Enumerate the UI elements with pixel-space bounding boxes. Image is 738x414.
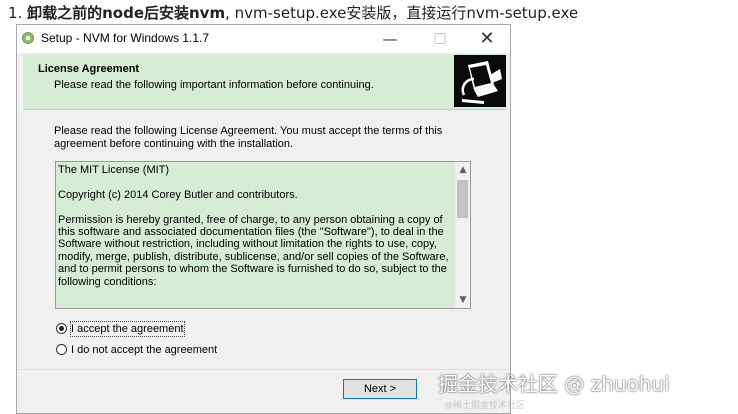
close-button[interactable]: ✕ bbox=[464, 25, 510, 53]
minimize-button[interactable]: — bbox=[367, 25, 413, 53]
scroll-thumb[interactable] bbox=[457, 180, 468, 218]
wizard-header: License Agreement Please read the follow… bbox=[23, 54, 506, 110]
intro-rest-text: , nvm-setup.exe安装版，直接运行nvm-setup.exe bbox=[225, 4, 579, 22]
next-button-label: Next > bbox=[363, 383, 397, 395]
page-subtitle: Please read the following important info… bbox=[54, 79, 374, 91]
decline-label[interactable]: I do not accept the agreement bbox=[71, 343, 217, 357]
title-bar[interactable]: Setup - NVM for Windows 1.1.7 — ☐ ✕ bbox=[17, 25, 510, 53]
next-button[interactable]: Next > bbox=[343, 379, 417, 399]
scroll-up-arrow-icon[interactable]: ▲ bbox=[455, 162, 470, 178]
scroll-down-arrow-icon[interactable]: ▼ bbox=[455, 292, 470, 308]
license-text: The MIT License (MIT) Copyright (c) 2014… bbox=[58, 164, 449, 288]
license-text-box[interactable]: The MIT License (MIT) Copyright (c) 2014… bbox=[55, 161, 471, 309]
window-title: Setup - NVM for Windows 1.1.7 bbox=[41, 31, 210, 45]
license-scrollbar[interactable]: ▲ ▼ bbox=[454, 162, 470, 308]
watermark-sub: @稀土掘金技术社区 bbox=[444, 401, 526, 411]
footer-divider bbox=[17, 369, 510, 370]
intro-line: 1. 卸载之前的node后安装nvm, nvm-setup.exe安装版，直接运… bbox=[8, 2, 578, 23]
watermark: 掘金技术社区 @ zhuohui bbox=[438, 372, 670, 396]
maximize-button[interactable]: ☐ bbox=[417, 25, 463, 53]
page-title: License Agreement bbox=[38, 63, 140, 75]
setup-window: Setup - NVM for Windows 1.1.7 — ☐ ✕ Lice… bbox=[16, 24, 511, 414]
intro-bold-text: 卸载之前的node后安装nvm bbox=[27, 4, 226, 22]
accept-label[interactable]: I accept the agreement bbox=[70, 321, 185, 337]
license-instruction: Please read the following License Agreem… bbox=[54, 125, 443, 150]
accept-radio[interactable] bbox=[56, 323, 67, 334]
intro-number: 1. bbox=[8, 4, 23, 22]
computer-install-icon bbox=[454, 55, 506, 107]
decline-radio[interactable] bbox=[56, 344, 67, 355]
app-icon bbox=[22, 32, 34, 44]
